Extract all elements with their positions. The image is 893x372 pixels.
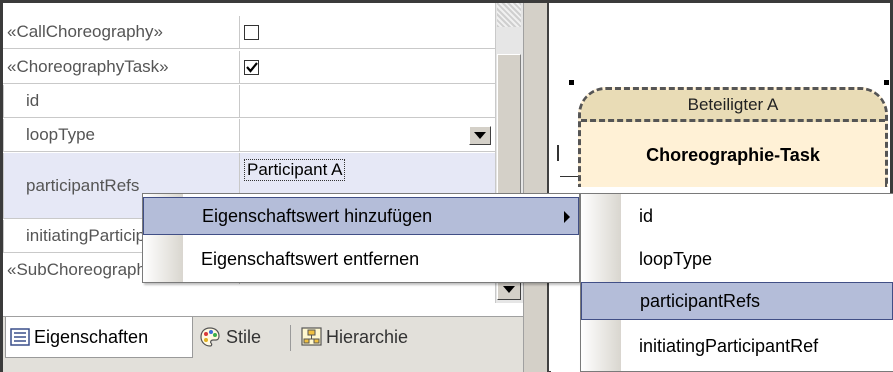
dropdown-button[interactable] bbox=[469, 126, 491, 145]
menu-item-remove-property-value[interactable]: Eigenschaftswert entfernen bbox=[143, 240, 579, 278]
property-row-choreographytask[interactable]: «ChoreographyTask» bbox=[3, 51, 495, 84]
submenu-item-initiatingparticipantref[interactable]: initiatingParticipantRef bbox=[581, 327, 893, 365]
tab-hierarchie[interactable]: Hierarchie bbox=[301, 317, 408, 357]
panel-splitter[interactable] bbox=[523, 3, 549, 372]
menu-item-label: loopType bbox=[639, 248, 713, 269]
chevron-down-icon bbox=[503, 285, 515, 293]
menu-item-add-property-value[interactable]: Eigenschaftswert hinzufügen bbox=[143, 197, 579, 235]
list-icon bbox=[10, 328, 30, 346]
properties-empty-area bbox=[3, 284, 495, 316]
property-row-callchoreography[interactable]: «CallChoreography» bbox=[3, 16, 495, 49]
hierarchy-icon bbox=[301, 327, 322, 346]
panel-tab-bar: Eigenschaften Stile Hierarchie bbox=[3, 316, 523, 372]
menu-item-label: initiatingParticipantRef bbox=[639, 335, 819, 356]
property-value bbox=[240, 51, 495, 84]
palette-icon bbox=[200, 327, 220, 347]
property-value bbox=[240, 16, 495, 49]
scroll-grip bbox=[497, 3, 521, 27]
tab-stile[interactable]: Stile bbox=[199, 317, 261, 357]
participant-band[interactable]: Beteiligter A bbox=[581, 90, 885, 122]
tab-eigenschaften[interactable]: Eigenschaften bbox=[5, 317, 193, 358]
submenu-arrow-icon bbox=[564, 211, 570, 223]
selection-handle[interactable] bbox=[569, 80, 574, 85]
property-name: id bbox=[3, 85, 240, 118]
context-menu: Eigenschaftswert hinzufügen Eigenschafts… bbox=[142, 193, 580, 283]
connector-line bbox=[560, 176, 580, 177]
tab-label: Eigenschaften bbox=[34, 326, 149, 347]
task-name[interactable]: Choreographie-Task bbox=[581, 130, 885, 180]
id-value-field[interactable] bbox=[240, 85, 495, 118]
tab-label: Hierarchie bbox=[326, 326, 409, 347]
submenu: id loopType participantRefs initiatingPa… bbox=[580, 193, 893, 372]
menu-item-label: participantRefs bbox=[640, 290, 761, 311]
property-row-id[interactable]: id bbox=[3, 85, 495, 118]
checkmark-icon bbox=[245, 61, 258, 73]
menu-item-label: Eigenschaftswert entfernen bbox=[201, 248, 420, 269]
tab-separator bbox=[290, 325, 291, 351]
callchoreography-checkbox[interactable] bbox=[244, 24, 259, 40]
selection-handle[interactable] bbox=[557, 145, 559, 161]
submenu-item-looptype[interactable]: loopType bbox=[581, 240, 893, 278]
submenu-item-participantrefs[interactable]: participantRefs bbox=[581, 282, 893, 320]
property-name: «CallChoreography» bbox=[3, 16, 240, 49]
choreographytask-checkbox[interactable] bbox=[244, 59, 259, 75]
menu-item-label: id bbox=[639, 205, 654, 226]
property-row-looptype[interactable]: loopType bbox=[3, 119, 495, 152]
property-name: loopType bbox=[3, 119, 240, 152]
submenu-item-id[interactable]: id bbox=[581, 197, 893, 235]
tab-label: Stile bbox=[226, 326, 262, 347]
chevron-down-icon bbox=[474, 132, 486, 139]
selection-handle[interactable] bbox=[884, 80, 889, 85]
property-name: «ChoreographyTask» bbox=[3, 51, 240, 84]
participantrefs-entry[interactable]: Participant A bbox=[244, 159, 346, 181]
looptype-dropdown[interactable] bbox=[240, 119, 495, 152]
menu-item-label: Eigenschaftswert hinzufügen bbox=[202, 205, 433, 226]
